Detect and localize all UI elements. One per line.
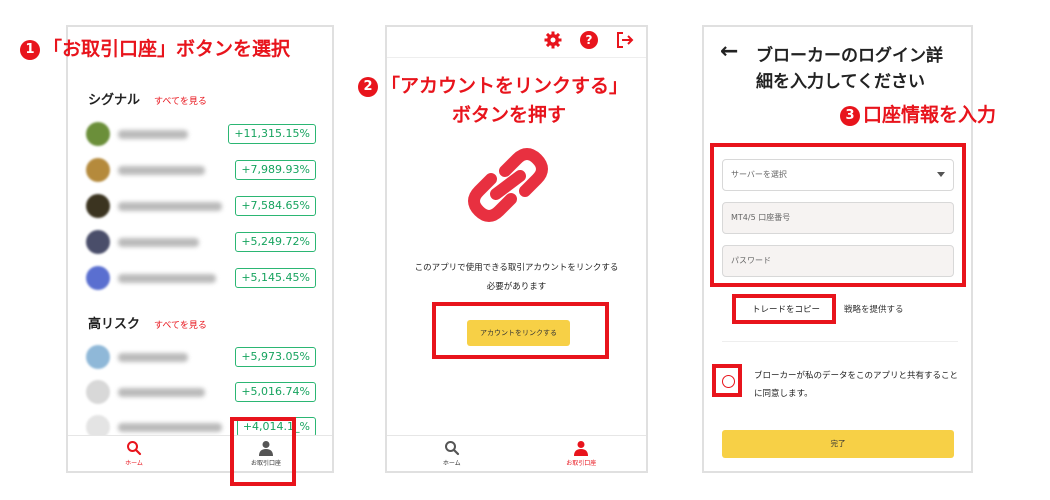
signals-section-header: シグナル すべてを見る xyxy=(88,89,207,108)
broker-login-title: ブローカーのログイン詳細を入力してください xyxy=(756,46,943,92)
return-percentage-badge: +5,145.45% xyxy=(235,268,316,288)
gear-icon[interactable] xyxy=(544,31,562,49)
step-1-caption: 1 「お取引口座」ボタンを選択 xyxy=(20,38,290,61)
highlight-login-fields xyxy=(710,143,966,287)
blurred-trader-name xyxy=(118,352,188,362)
back-arrow-icon[interactable]: ← xyxy=(720,39,738,64)
step-2-number: 2 xyxy=(358,77,378,97)
avatar xyxy=(86,194,110,218)
tutorial-canvas: シグナル すべてを見る +11,315.15% +7,989.93% +7,584.… xyxy=(0,0,1050,500)
step-1-number: 1 xyxy=(20,40,40,60)
step-3-caption: 3 口座情報を入力 xyxy=(840,104,996,127)
blurred-trader-name xyxy=(118,237,199,247)
avatar xyxy=(86,380,110,404)
tab-home[interactable]: ホーム xyxy=(387,436,517,471)
return-percentage-badge: +7,989.93% xyxy=(235,160,316,180)
link-icon xyxy=(468,148,548,222)
step-2-caption-line-1: 2 「アカウントをリンクする」 xyxy=(358,75,628,98)
step-2-text-line-1: 「アカウントをリンクする」 xyxy=(381,75,629,97)
blurred-trader-name xyxy=(118,273,216,283)
signal-row[interactable]: +5,145.45% xyxy=(86,265,316,291)
avatar xyxy=(86,345,110,369)
tab-home-label: ホーム xyxy=(442,460,461,467)
signal-row[interactable]: +11,315.15% xyxy=(86,121,316,147)
search-icon xyxy=(127,441,142,456)
done-button[interactable]: 完了 xyxy=(722,430,954,458)
link-description-line-1: このアプリで使用できる取引アカウントをリンクする xyxy=(414,263,619,273)
return-percentage-badge: +5,249.72% xyxy=(235,232,316,252)
return-percentage-badge: +7,584.65% xyxy=(235,196,316,216)
consent-text: ブローカーが私のデータをこのアプリと共有することに同意します。 xyxy=(754,371,959,399)
high-risk-section-header: 高リスク すべてを見る xyxy=(88,313,207,332)
header-divider xyxy=(387,57,646,58)
return-percentage-badge: +5,973.05% xyxy=(235,347,316,367)
tab-provide-strategy[interactable]: 戦略を提供する xyxy=(844,300,904,320)
avatar xyxy=(86,230,110,254)
logout-icon[interactable] xyxy=(616,31,634,49)
top-action-icons: ? xyxy=(544,31,634,49)
avatar xyxy=(86,122,110,146)
tab-account[interactable]: お取引口座 xyxy=(517,436,647,471)
blurred-trader-name xyxy=(118,422,222,432)
avatar xyxy=(86,266,110,290)
blurred-trader-name xyxy=(118,129,188,139)
signal-row[interactable]: +7,989.93% xyxy=(86,157,316,183)
highlight-copy-trade-tab xyxy=(732,294,836,324)
highlight-account-tab xyxy=(230,417,296,486)
step-3-text: 口座情報を入力 xyxy=(863,104,997,126)
tab-account-label: お取引口座 xyxy=(566,460,597,467)
highlight-link-button xyxy=(432,302,609,359)
signal-row[interactable]: +7,584.65% xyxy=(86,193,316,219)
avatar xyxy=(86,158,110,182)
return-percentage-badge: +11,315.15% xyxy=(228,124,316,144)
signals-title: シグナル xyxy=(88,93,141,108)
tab-home-label: ホーム xyxy=(125,460,143,467)
tab-home[interactable]: ホーム xyxy=(68,436,200,471)
step-1-text: 「お取引口座」ボタンを選択 xyxy=(43,38,291,60)
highlight-consent-radio xyxy=(712,364,742,397)
step-2-caption-line-2: ボタンを押す xyxy=(452,104,567,126)
link-description-line-2: 必要があります xyxy=(486,282,547,292)
signals-see-all-link[interactable]: すべてを見る xyxy=(154,94,207,107)
risk-row[interactable]: +5,016.74% xyxy=(86,379,316,405)
help-icon[interactable]: ? xyxy=(580,31,598,49)
step-3-number: 3 xyxy=(840,106,860,126)
user-icon xyxy=(574,441,589,456)
bottom-tab-bar: ホーム お取引口座 xyxy=(387,435,646,471)
signal-row[interactable]: +5,249.72% xyxy=(86,229,316,255)
phone-screen-home: シグナル すべてを見る +11,315.15% +7,989.93% +7,584.… xyxy=(66,25,334,473)
divider xyxy=(722,341,958,342)
blurred-trader-name xyxy=(118,165,205,175)
blurred-trader-name xyxy=(118,201,222,211)
return-percentage-badge: +5,016.74% xyxy=(235,382,316,402)
blurred-trader-name xyxy=(118,387,205,397)
high-risk-see-all-link[interactable]: すべてを見る xyxy=(154,318,207,331)
risk-row[interactable]: +5,973.05% xyxy=(86,344,316,370)
search-icon xyxy=(444,441,459,456)
high-risk-title: 高リスク xyxy=(88,317,141,332)
